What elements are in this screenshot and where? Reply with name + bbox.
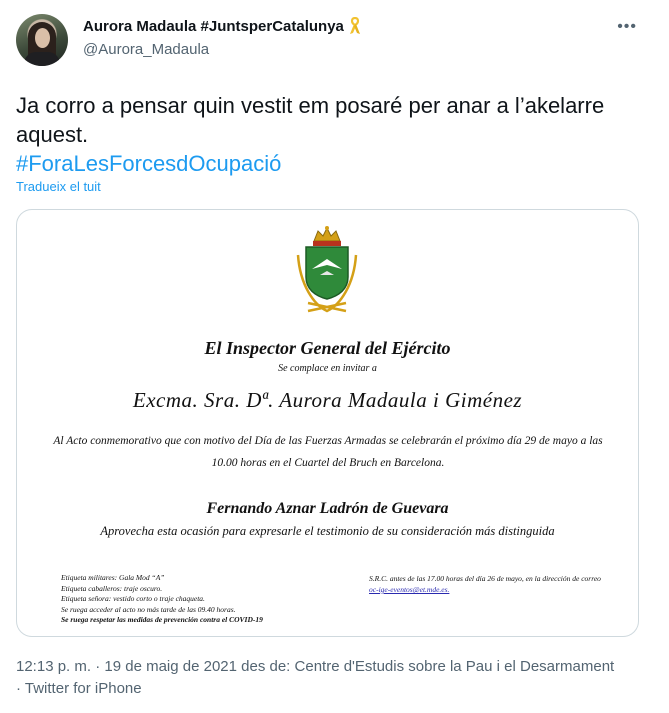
avatar-body <box>24 52 60 66</box>
dress-military: Etiqueta militares: Gala Mod “A” <box>61 573 165 582</box>
invitation-guest: Excma. Sra. Dª. Aurora Madaula i Giménez <box>132 388 523 412</box>
dress-men: Etiqueta caballeros: traje oscuro. <box>61 583 163 593</box>
tweet-text: Ja corro a pensar quin vestit em posaré … <box>16 91 636 178</box>
translate-tweet-link[interactable]: Tradueix el tuit <box>16 179 101 194</box>
tweet-body: Ja corro a pensar quin vestit em posaré … <box>16 93 605 147</box>
author-name-row[interactable]: Aurora Madaula #JuntsperCatalunya <box>83 17 362 35</box>
invitation-signer: Fernando Aznar Ladrón de Guevara <box>206 500 449 517</box>
arrival-note: Se ruega acceder al acto no más tarde de… <box>61 604 236 614</box>
rsvp-text: S.R.C. antes de las 17.00 horas del día … <box>369 574 601 583</box>
tweet-image-card[interactable]: El Inspector General del Ejército Se com… <box>16 209 639 637</box>
rsvp-email: oc-ige-eventos@et.mde.es. <box>369 585 450 594</box>
yellow-ribbon-icon <box>349 17 360 34</box>
invitation-image: El Inspector General del Ejército Se com… <box>17 210 638 636</box>
author-handle[interactable]: @Aurora_Madaula <box>83 41 209 58</box>
avatar-face <box>35 28 50 48</box>
tweet-timestamp-source[interactable]: 12:13 p. m. · 19 de maig de 2021 des de:… <box>16 656 616 700</box>
author-avatar[interactable] <box>16 14 68 66</box>
invitation-dress-code: Etiqueta militares: Gala Mod “A” Etiquet… <box>61 573 263 626</box>
more-options-icon[interactable]: ••• <box>617 18 637 36</box>
hashtag-link[interactable]: #ForaLesForcesdOcupació <box>16 151 281 176</box>
army-emblem-icon <box>296 226 358 313</box>
invitation-closing: Aprovecha esta ocasión para expresarle e… <box>100 524 555 538</box>
invitation-title: El Inspector General del Ejército <box>204 338 451 358</box>
invitation-body: Al Acto conmemorativo que con motivo del… <box>53 435 603 469</box>
covid-note: Se ruega respetar las medidas de prevenc… <box>61 615 263 624</box>
invitation-subtitle: Se complace en invitar a <box>278 363 377 374</box>
author-display-name[interactable]: Aurora Madaula #JuntsperCatalunya <box>83 18 344 35</box>
dress-women: Etiqueta señora: vestido corto o traje c… <box>61 594 205 603</box>
invitation-rsvp: S.R.C. antes de las 17.00 horas del día … <box>369 573 609 595</box>
